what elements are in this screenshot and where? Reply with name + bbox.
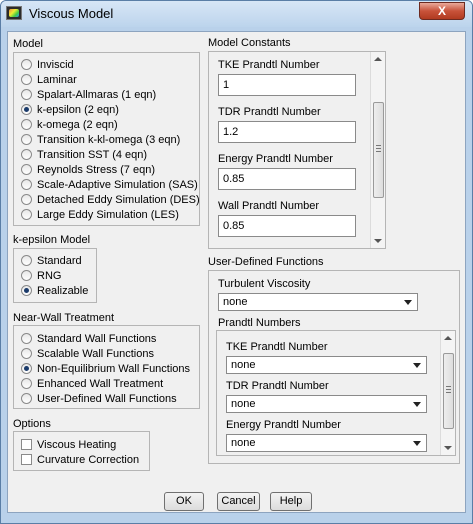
energy-prandtl-label: Energy Prandtl Number — [218, 153, 333, 165]
turbulent-viscosity-select[interactable]: none — [218, 293, 418, 311]
grip-line — [376, 145, 381, 146]
turbulent-viscosity-label: Turbulent Viscosity — [218, 278, 311, 290]
udf-energy-prandtl-select[interactable]: none — [226, 434, 427, 452]
options-group: Viscous Heating Curvature Correction — [13, 431, 150, 471]
radio-button[interactable] — [21, 209, 32, 220]
udf-section-label: User-Defined Functions — [208, 256, 324, 268]
udf-tke-prandtl-select[interactable]: none — [226, 356, 427, 374]
ok-button[interactable]: OK — [164, 492, 204, 511]
radio-button[interactable] — [21, 89, 32, 100]
grip-line — [446, 392, 451, 393]
radio-button[interactable] — [21, 255, 32, 266]
close-button[interactable]: X — [419, 2, 465, 20]
tke-prandtl-label: TKE Prandtl Number — [218, 59, 320, 71]
radio-button-selected[interactable] — [21, 363, 32, 374]
cancel-button[interactable]: Cancel — [217, 492, 260, 511]
viscous-model-window: Viscous Model X Model Inviscid Laminar S… — [0, 0, 473, 524]
radio-button-selected[interactable] — [21, 104, 32, 115]
model-section-label: Model — [13, 38, 43, 50]
scrollbar-thumb[interactable] — [373, 102, 384, 198]
radio-button[interactable] — [21, 378, 32, 389]
radio-button[interactable] — [21, 348, 32, 359]
udf-tdr-prandtl-label: TDR Prandtl Number — [226, 380, 329, 392]
radio-button[interactable] — [21, 393, 32, 404]
grip-line — [446, 386, 451, 387]
radio-button[interactable] — [21, 134, 32, 145]
dropdown-arrow-icon — [413, 402, 421, 407]
radio-button-selected[interactable] — [21, 285, 32, 296]
scroll-down-arrow-icon[interactable] — [374, 239, 382, 243]
constants-scrollbar[interactable] — [370, 52, 385, 248]
tdr-prandtl-label: TDR Prandtl Number — [218, 106, 321, 118]
grip-line — [446, 389, 451, 390]
dropdown-arrow-icon — [413, 441, 421, 446]
radio-button[interactable] — [21, 74, 32, 85]
wall-prandtl-input[interactable] — [218, 215, 356, 237]
options-section-label: Options — [13, 418, 51, 430]
checkbox[interactable] — [21, 454, 32, 465]
radio-button[interactable] — [21, 119, 32, 130]
udf-tke-prandtl-label: TKE Prandtl Number — [226, 341, 328, 353]
radio-button[interactable] — [21, 59, 32, 70]
radio-button[interactable] — [21, 149, 32, 160]
dropdown-arrow-icon — [413, 363, 421, 368]
kepsilon-group: Standard RNG Realizable — [13, 248, 97, 303]
scroll-down-arrow-icon[interactable] — [444, 446, 452, 450]
model-group: Inviscid Laminar Spalart-Allmaras (1 eqn… — [13, 52, 200, 226]
grip-line — [376, 151, 381, 152]
radio-button[interactable] — [21, 270, 32, 281]
kepsilon-section-label: k-epsilon Model — [13, 234, 91, 246]
energy-prandtl-input[interactable] — [218, 168, 356, 190]
app-icon — [6, 6, 22, 20]
scrollbar-thumb[interactable] — [443, 353, 454, 429]
radio-button[interactable] — [21, 179, 32, 190]
prandtl-scrollbar[interactable] — [440, 331, 455, 455]
title-bar[interactable]: Viscous Model X — [1, 1, 472, 27]
radio-button[interactable] — [21, 333, 32, 344]
grip-line — [376, 148, 381, 149]
tdr-prandtl-input[interactable] — [218, 121, 356, 143]
window-title: Viscous Model — [29, 6, 114, 21]
udf-group: Turbulent Viscosity none Prandtl Numbers… — [208, 270, 460, 464]
dropdown-arrow-icon — [404, 300, 412, 305]
checkbox[interactable] — [21, 439, 32, 450]
radio-button[interactable] — [21, 194, 32, 205]
dialog-body: Model Inviscid Laminar Spalart-Allmaras … — [7, 31, 466, 513]
wall-prandtl-label: Wall Prandtl Number — [218, 200, 320, 212]
radio-button[interactable] — [21, 164, 32, 175]
udf-energy-prandtl-label: Energy Prandtl Number — [226, 419, 341, 431]
scroll-up-arrow-icon[interactable] — [374, 57, 382, 61]
scroll-up-arrow-icon[interactable] — [444, 336, 452, 340]
prandtl-numbers-panel: TKE Prandtl Number none TDR Prandtl Numb… — [216, 330, 456, 456]
prandtl-numbers-label: Prandtl Numbers — [218, 317, 301, 329]
nearwall-group: Standard Wall Functions Scalable Wall Fu… — [13, 325, 200, 409]
help-button[interactable]: Help — [270, 492, 312, 511]
constants-section-label: Model Constants — [208, 37, 291, 49]
tke-prandtl-input[interactable] — [218, 74, 356, 96]
model-constants-panel: TKE Prandtl Number TDR Prandtl Number En… — [208, 51, 386, 249]
udf-tdr-prandtl-select[interactable]: none — [226, 395, 427, 413]
nearwall-section-label: Near-Wall Treatment — [13, 312, 115, 324]
